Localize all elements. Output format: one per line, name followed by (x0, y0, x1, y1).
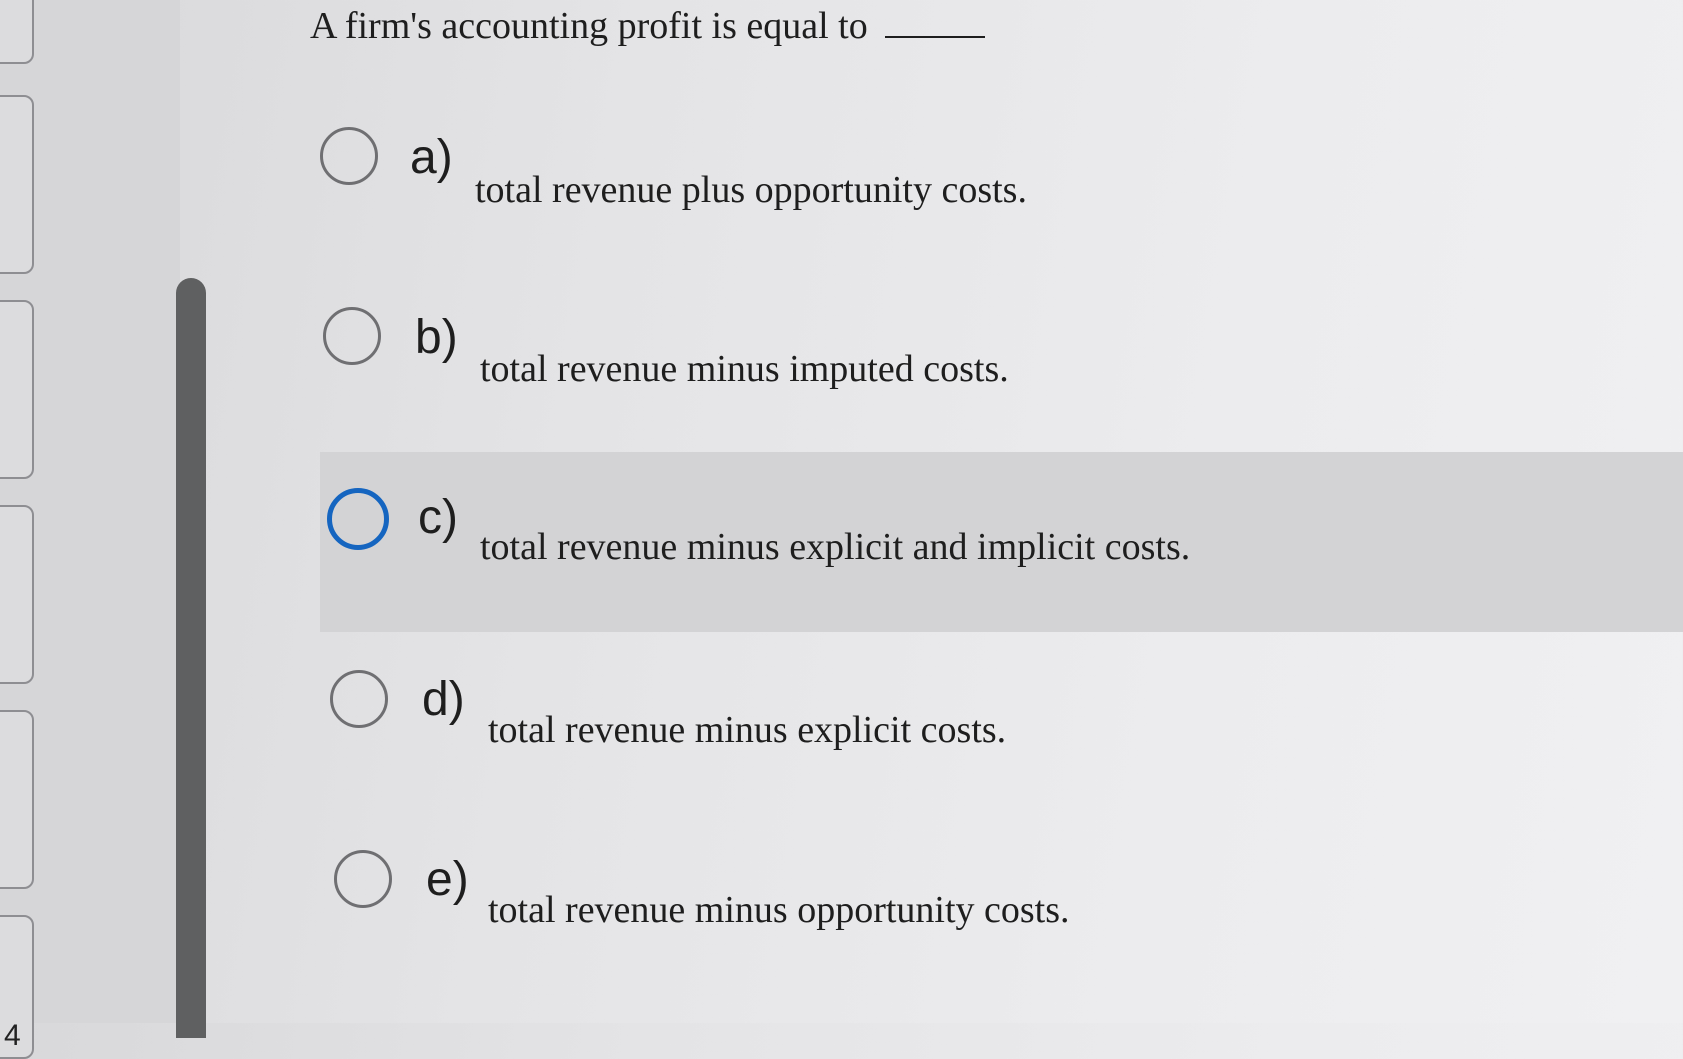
question-nav-tab[interactable] (0, 505, 34, 684)
option-text: total revenue minus explicit costs. (488, 709, 1007, 751)
option-d[interactable]: d) total revenue minus explicit costs. (320, 640, 1683, 820)
question-nav-tab[interactable] (0, 710, 34, 889)
question-nav-tab[interactable] (0, 300, 34, 479)
option-text: total revenue plus opportunity costs. (475, 169, 1027, 211)
option-text: total revenue minus imputed costs. (480, 348, 1009, 390)
option-e[interactable]: e) total revenue minus opportunity costs… (320, 820, 1683, 1000)
radio-button[interactable] (323, 307, 381, 365)
scrollbar-thumb[interactable] (176, 278, 206, 1038)
answer-blank (885, 2, 986, 38)
option-text: total revenue minus opportunity costs. (488, 889, 1070, 931)
question-number: 4 (4, 1019, 21, 1052)
radio-button[interactable] (327, 488, 389, 550)
option-a[interactable]: a) total revenue plus opportunity costs. (320, 100, 1683, 280)
radio-button[interactable] (320, 127, 378, 185)
option-letter: e) (426, 853, 469, 906)
option-letter: c) (418, 491, 458, 544)
option-text: total revenue minus explicit and implici… (480, 526, 1191, 568)
question-nav-tab[interactable]: 4 (0, 915, 34, 1059)
option-letter: d) (422, 673, 465, 726)
question-nav-rail: 4 (0, 0, 180, 1059)
option-c[interactable]: c) total revenue minus explicit and impl… (320, 452, 1683, 632)
radio-button[interactable] (334, 850, 392, 908)
question-prompt: A firm's accounting profit is equal to (310, 2, 986, 48)
question-text: A firm's accounting profit is equal to (310, 5, 868, 47)
option-letter: a) (410, 131, 453, 184)
option-letter: b) (415, 311, 458, 364)
radio-button[interactable] (330, 670, 388, 728)
question-nav-tab[interactable] (0, 95, 34, 274)
option-b[interactable]: b) total revenue minus imputed costs. (320, 280, 1683, 460)
question-nav-tab[interactable] (0, 0, 34, 64)
